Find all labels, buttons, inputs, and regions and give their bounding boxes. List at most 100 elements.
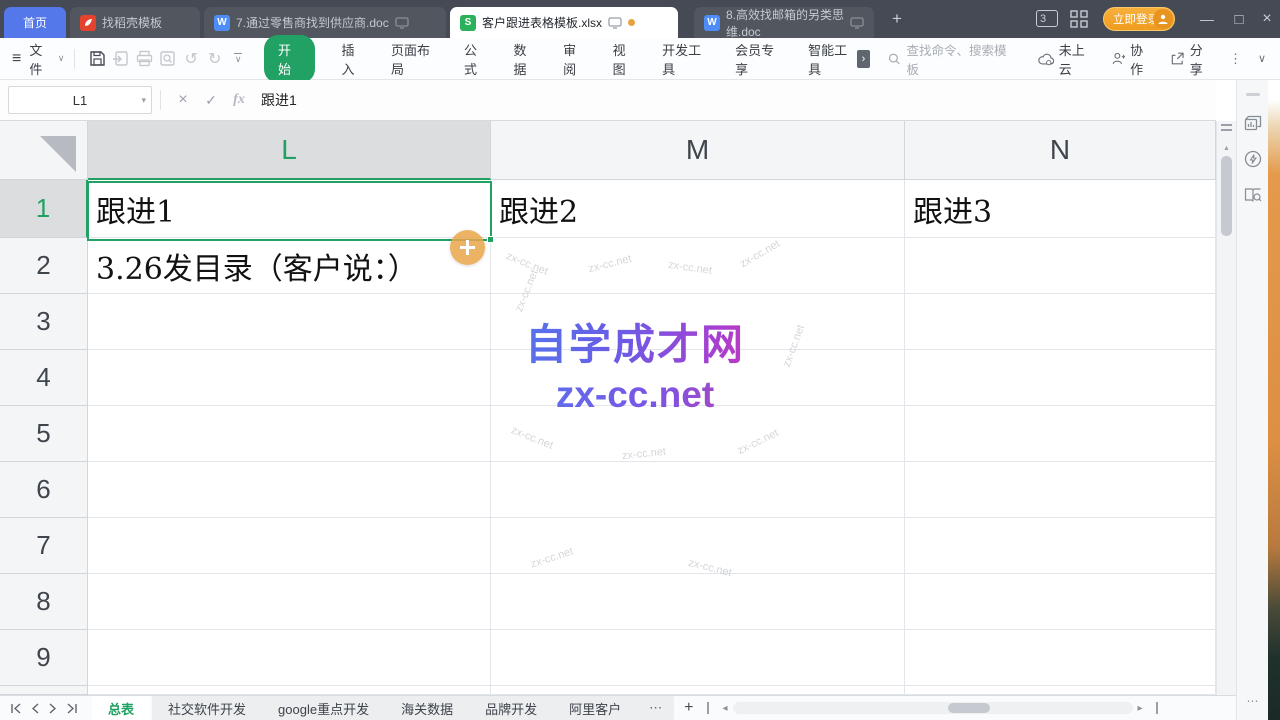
command-search[interactable]: 查找命令、搜索模板 <box>888 40 1008 78</box>
next-sheet-button[interactable] <box>48 703 57 714</box>
cell-M4[interactable] <box>491 350 905 406</box>
cell-L1[interactable]: 跟进1 <box>88 180 491 238</box>
print-button[interactable] <box>132 50 156 67</box>
cell-L8[interactable] <box>88 574 491 630</box>
file-menu[interactable]: 文件 <box>29 40 53 78</box>
select-all-corner[interactable] <box>0 121 88 180</box>
customize-quickbar-button[interactable]: ∨ <box>226 53 250 65</box>
name-box[interactable]: L1 ▾ <box>8 86 152 114</box>
cell-N9[interactable] <box>905 630 1216 686</box>
minimize-button[interactable]: — <box>1192 0 1222 38</box>
row-header-1[interactable]: 1 <box>0 180 88 238</box>
sheet-tab-2[interactable]: google重点开发 <box>262 696 385 720</box>
cell-N2[interactable] <box>905 238 1216 294</box>
tab-doc8[interactable]: W 8.高效找邮箱的另类思维.doc <box>694 7 874 38</box>
scroll-up-icon[interactable]: ▲ <box>1223 143 1230 152</box>
menu-tab-dev-tools[interactable]: 开发工具 <box>662 40 709 78</box>
first-sheet-button[interactable] <box>10 703 23 714</box>
cell-L5[interactable] <box>88 406 491 462</box>
apps-grid-icon[interactable] <box>1070 10 1088 28</box>
ribbon-more-button[interactable]: ⋮ <box>1229 51 1242 67</box>
save-button[interactable] <box>85 50 109 67</box>
cell-M1[interactable]: 跟进2 <box>491 180 905 238</box>
more-tabs-chevron[interactable]: › <box>857 50 870 68</box>
cell-N4[interactable] <box>905 350 1216 406</box>
collaborate-button[interactable]: 协作 <box>1112 40 1154 78</box>
sheet-tab-4[interactable]: 品牌开发 <box>469 696 553 720</box>
formula-input[interactable]: 跟进1 <box>261 90 297 110</box>
menu-tab-view[interactable]: 视图 <box>613 40 637 78</box>
tab-active-spreadsheet[interactable]: S 客户跟进表格模板.xlsx <box>450 7 678 38</box>
row-header-3[interactable]: 3 <box>0 294 88 350</box>
confirm-entry-button[interactable]: ✓ <box>197 92 225 109</box>
cell-N6[interactable] <box>905 462 1216 518</box>
cell-N1[interactable]: 跟进3 <box>905 180 1216 238</box>
column-header-M[interactable]: M <box>491 121 905 180</box>
horizontal-scrollbar-thumb[interactable] <box>948 703 990 713</box>
tab-home[interactable]: 首页 <box>4 7 66 38</box>
integrated-mode-icon[interactable]: 3 <box>1036 10 1058 27</box>
sheet-tab-5[interactable]: 阿里客户 <box>553 696 637 720</box>
close-button[interactable]: × <box>1252 0 1280 38</box>
add-sheet-button[interactable]: + <box>684 699 693 717</box>
row-header-4[interactable]: 4 <box>0 350 88 406</box>
menu-tab-home[interactable]: 开始 <box>264 35 316 83</box>
cell-N10[interactable] <box>905 686 1216 695</box>
row-header-9[interactable]: 9 <box>0 630 88 686</box>
chart-tools-icon[interactable] <box>1242 112 1264 134</box>
cell-M8[interactable] <box>491 574 905 630</box>
menu-tab-page-layout[interactable]: 页面布局 <box>391 40 438 78</box>
menu-tab-data[interactable]: 数据 <box>514 40 538 78</box>
cell-M10[interactable] <box>491 686 905 695</box>
cell-M5[interactable] <box>491 406 905 462</box>
login-button[interactable]: 立即登录 <box>1103 7 1175 31</box>
prev-sheet-button[interactable] <box>31 703 40 714</box>
menu-tab-review[interactable]: 审阅 <box>563 40 587 78</box>
cell-M9[interactable] <box>491 630 905 686</box>
vertical-scrollbar-thumb[interactable] <box>1221 156 1232 236</box>
undo-button[interactable]: ↺ <box>179 49 203 69</box>
side-banner-edge[interactable] <box>1268 100 1280 720</box>
cloud-status-button[interactable]: 未上云 <box>1038 40 1094 78</box>
cell-M6[interactable] <box>491 462 905 518</box>
cell-L6[interactable] <box>88 462 491 518</box>
print-preview-button[interactable] <box>156 50 180 67</box>
tab-docer[interactable]: 找稻壳模板 <box>70 7 200 38</box>
new-tab-button[interactable]: + <box>882 0 912 38</box>
collapse-ribbon-button[interactable]: ∨ <box>1258 52 1266 65</box>
pane-split-handle[interactable] <box>707 702 709 714</box>
cell-L2[interactable]: 3.26发目录（客户说：） <box>88 238 491 294</box>
pane-split-handle[interactable] <box>1156 702 1158 714</box>
cancel-entry-button[interactable]: × <box>169 91 197 109</box>
menu-tab-smart-tools[interactable]: 智能工具 <box>808 40 855 78</box>
row-header-8[interactable]: 8 <box>0 574 88 630</box>
column-header-L[interactable]: L <box>88 121 491 180</box>
sheet-tab-active[interactable]: 总表 <box>92 696 150 720</box>
sidebar-collapse-handle[interactable] <box>1246 93 1260 96</box>
menu-tab-member[interactable]: 会员专享 <box>735 40 782 78</box>
share-button[interactable]: 分享 <box>1171 40 1213 78</box>
file-menu-caret-icon[interactable]: ∨ <box>58 53 65 64</box>
row-header-7[interactable]: 7 <box>0 518 88 574</box>
row-header-5[interactable]: 5 <box>0 406 88 462</box>
row-header-10[interactable] <box>0 686 88 695</box>
scroll-right-button[interactable]: ▸ <box>1138 703 1143 714</box>
reference-book-icon[interactable] <box>1242 184 1264 206</box>
cell-M3[interactable] <box>491 294 905 350</box>
maximize-button[interactable]: □ <box>1224 0 1254 38</box>
cell-N5[interactable] <box>905 406 1216 462</box>
cell-N8[interactable] <box>905 574 1216 630</box>
cell-M7[interactable] <box>491 518 905 574</box>
tab-doc7[interactable]: W 7.通过零售商找到供应商.doc <box>204 7 446 38</box>
cell-L9[interactable] <box>88 630 491 686</box>
export-pdf-button[interactable] <box>109 50 133 67</box>
cell-N3[interactable] <box>905 294 1216 350</box>
smart-effects-icon[interactable] <box>1242 148 1264 170</box>
row-header-6[interactable]: 6 <box>0 462 88 518</box>
split-handle[interactable] <box>1221 124 1232 131</box>
hamburger-menu-icon[interactable]: ≡ <box>12 50 21 68</box>
sheet-tab-1[interactable]: 社交软件开发 <box>152 696 262 720</box>
last-sheet-button[interactable] <box>65 703 78 714</box>
vertical-scrollbar[interactable]: ▲ <box>1216 121 1236 695</box>
menu-tab-formulas[interactable]: 公式 <box>464 40 488 78</box>
